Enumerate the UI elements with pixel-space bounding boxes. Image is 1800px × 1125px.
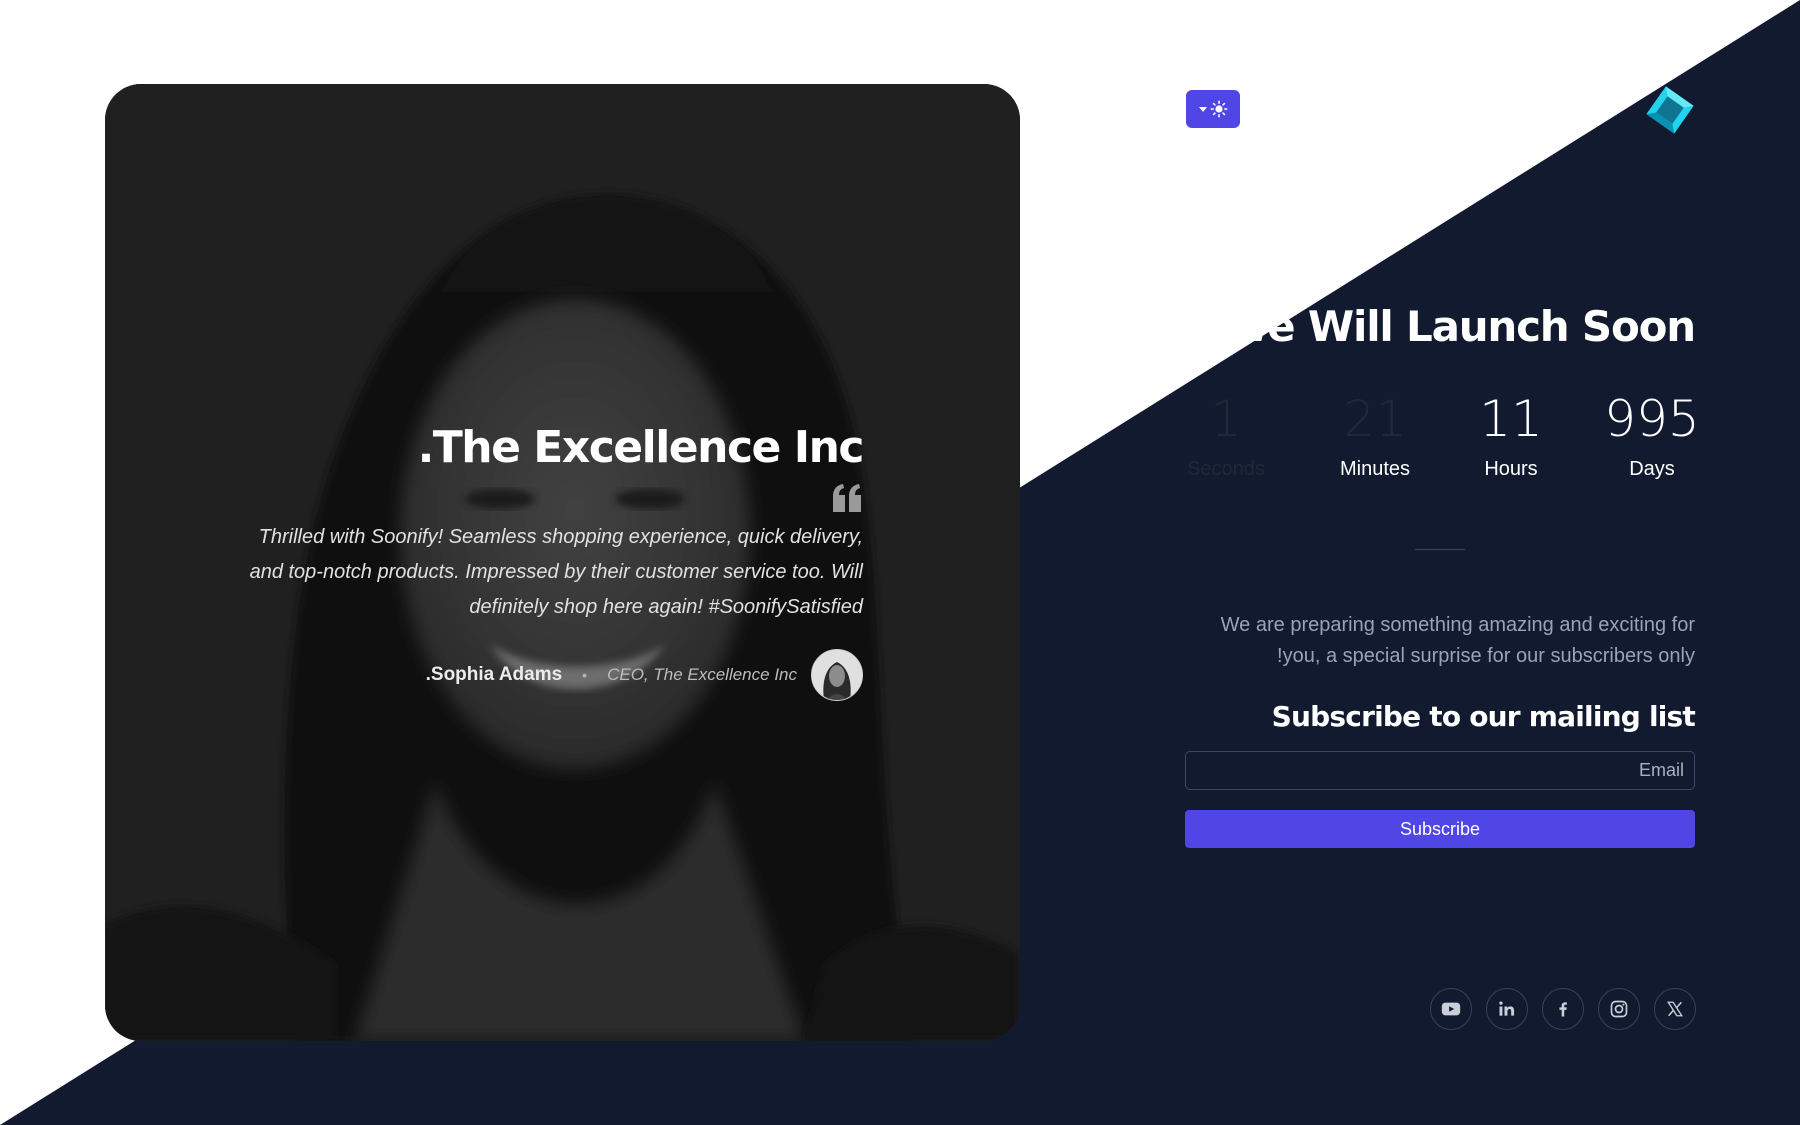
- author-role: CEO, The Excellence Inc: [607, 665, 797, 685]
- launch-title: We Will Launch Soon: [1223, 302, 1697, 351]
- countdown-minutes-value: 21: [1343, 390, 1407, 448]
- author-name: .Sophia Adams: [425, 664, 563, 686]
- youtube-icon: [1441, 1002, 1461, 1016]
- diamond-logo-icon[interactable]: [1642, 82, 1698, 138]
- linkedin-link[interactable]: [1486, 988, 1528, 1030]
- divider: [1415, 549, 1465, 550]
- testimonial-author: .Sophia Adams • CEO, The Excellence Inc: [223, 649, 863, 702]
- countdown-minutes-label: Minutes: [1339, 458, 1411, 480]
- instagram-icon: [1610, 1000, 1628, 1018]
- linkedin-icon: [1499, 1001, 1515, 1016]
- subscribe-heading: Subscribe to our mailing list: [1271, 700, 1696, 733]
- social-links: [1420, 988, 1696, 1032]
- x-icon: [1667, 1001, 1683, 1017]
- countdown-days-value: 995: [1604, 390, 1700, 448]
- facebook-link[interactable]: [1542, 988, 1584, 1030]
- avatar: [811, 649, 863, 702]
- subscribe-button[interactable]: Subscribe: [1185, 810, 1695, 848]
- countdown: 1 Seconds 21 Minutes 11 Hours 995 Days: [1185, 390, 1700, 500]
- sun-icon: [1210, 100, 1228, 118]
- testimonial-quote: Thrilled with Soonify! Seamless shopping…: [249, 526, 863, 619]
- testimonial-company: .The Excellence Inc: [417, 422, 865, 473]
- author-separator: •: [582, 667, 588, 684]
- x-link[interactable]: [1654, 988, 1696, 1030]
- instagram-link[interactable]: [1598, 988, 1640, 1030]
- caret-down-icon: [1199, 107, 1207, 112]
- countdown-days: 995 Days: [1582, 390, 1722, 481]
- countdown-seconds-label: Seconds: [1187, 458, 1265, 480]
- countdown-seconds-value: 1: [1210, 390, 1242, 448]
- email-field[interactable]: [1185, 751, 1695, 790]
- countdown-days-label: Days: [1629, 458, 1675, 480]
- testimonial-content: .The Excellence Inc Thrilled with Soonif…: [223, 422, 865, 702]
- countdown-seconds: 1 Seconds: [1156, 390, 1296, 481]
- testimonial-card: .The Excellence Inc Thrilled with Soonif…: [105, 84, 1020, 1041]
- countdown-hours-label: Hours: [1484, 458, 1538, 480]
- youtube-link[interactable]: [1430, 988, 1472, 1030]
- countdown-minutes: 21 Minutes: [1305, 390, 1445, 481]
- facebook-icon: [1559, 1002, 1567, 1017]
- countdown-hours-value: 11: [1479, 390, 1543, 448]
- quote-icon: [833, 484, 861, 513]
- launch-description: We are preparing something amazing and e…: [1220, 614, 1695, 667]
- theme-toggle-button[interactable]: [1186, 90, 1240, 128]
- countdown-hours: 11 Hours: [1441, 390, 1581, 481]
